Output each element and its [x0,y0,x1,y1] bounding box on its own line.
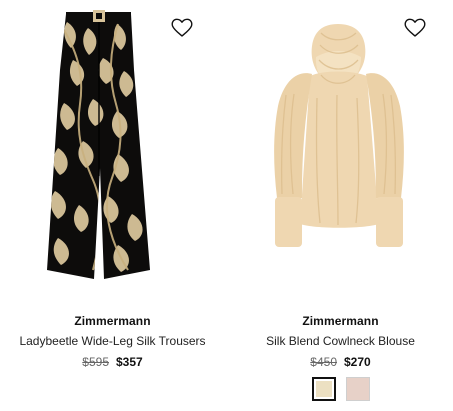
product-image-blouse[interactable] [228,0,453,300]
sale-price: $357 [116,355,143,369]
product-brand[interactable]: Zimmermann [228,314,453,328]
original-price: $595 [82,355,109,369]
product-card-blouse[interactable]: Zimmermann Silk Blend Cowlneck Blouse $4… [228,0,453,411]
product-card-trousers[interactable]: Zimmermann Ladybeetle Wide-Leg Silk Trou… [0,0,225,411]
product-price: $450 $270 [228,355,453,369]
sale-price: $270 [344,355,371,369]
product-price: $595 $357 [0,355,225,369]
heart-outline-icon[interactable] [169,14,195,40]
product-name[interactable]: Ladybeetle Wide-Leg Silk Trousers [0,334,225,348]
color-swatches [228,377,453,401]
color-swatch-blush[interactable] [345,377,370,401]
original-price: $450 [310,355,337,369]
product-grid: Zimmermann Ladybeetle Wide-Leg Silk Trou… [0,0,453,411]
product-name[interactable]: Silk Blend Cowlneck Blouse [228,334,453,348]
color-swatch-ivory[interactable] [311,377,336,401]
heart-outline-icon[interactable] [402,14,428,40]
product-image-trousers[interactable] [0,0,225,300]
product-brand[interactable]: Zimmermann [0,314,225,328]
